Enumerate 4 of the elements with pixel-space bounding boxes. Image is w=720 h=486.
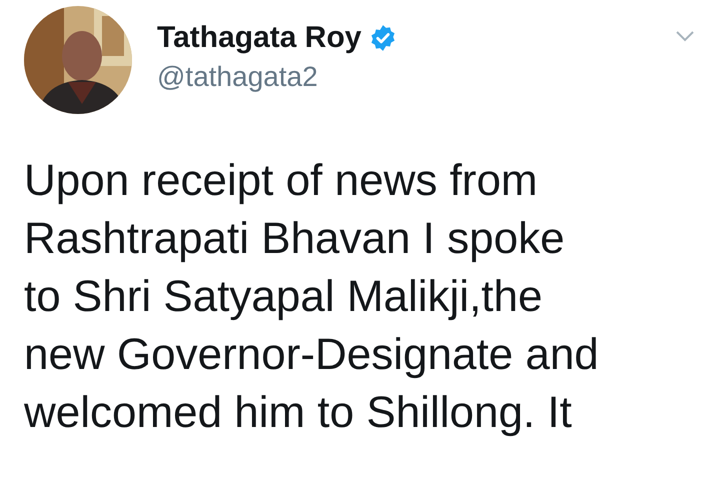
author-name[interactable]: Tathagata Roy [157,20,362,56]
tweet-text: Upon receipt of news from Rashtrapati Bhavan I spoke to Shri Satyapal Malikji,the new Governor-Designate and welcomed him to Shillong. It [24,155,600,439]
author-handle[interactable]: @tathagata2 [157,58,398,96]
chevron-down-icon[interactable] [675,30,695,42]
